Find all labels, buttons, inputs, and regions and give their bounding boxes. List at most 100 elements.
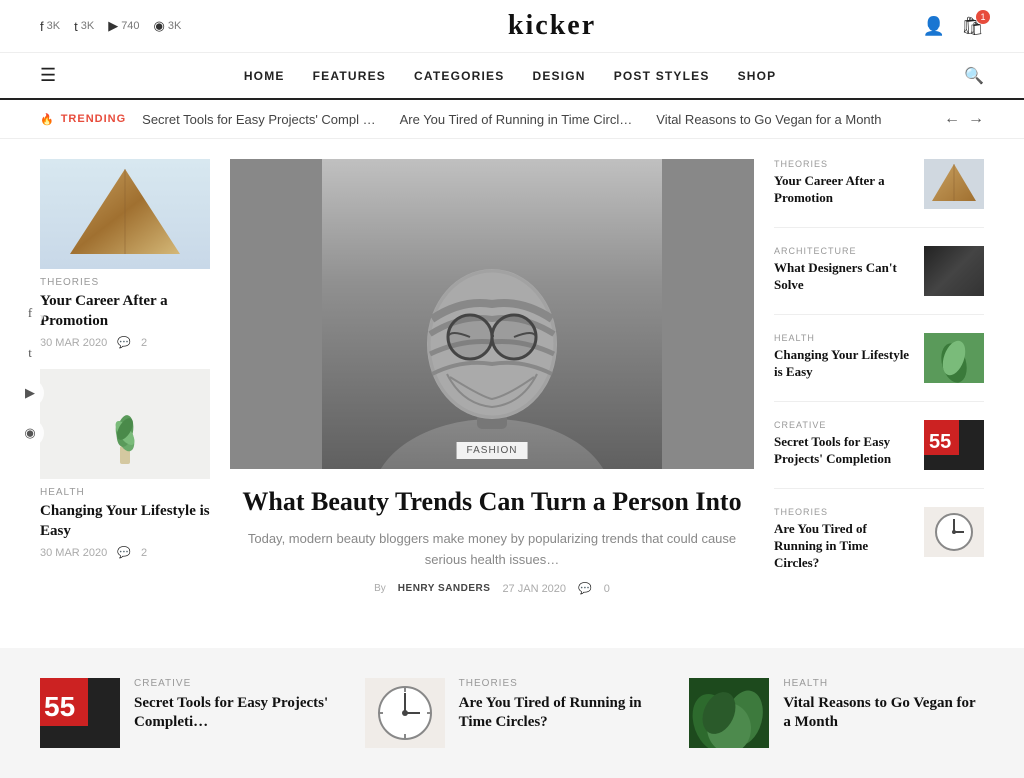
instagram-stat[interactable]: ◉ 3K bbox=[154, 18, 182, 34]
nav-links: HOME FEATURES CATEGORIES DESIGN POST STY… bbox=[244, 69, 777, 83]
featured-image-svg bbox=[230, 159, 754, 469]
hamburger-menu[interactable]: ☰ bbox=[40, 65, 56, 86]
right-article-1: THEORIES Your Career After a Promotion bbox=[774, 159, 984, 228]
right-article-4-text: CREATIVE Secret Tools for Easy Projects'… bbox=[774, 420, 914, 468]
nav-categories[interactable]: CATEGORIES bbox=[414, 69, 504, 83]
youtube-stat[interactable]: ▶ 740 bbox=[108, 18, 139, 34]
right-article-1-text: THEORIES Your Career After a Promotion bbox=[774, 159, 914, 207]
comment-icon-2: 💬 bbox=[117, 546, 131, 559]
user-icon[interactable]: 👤 bbox=[923, 16, 945, 37]
right-article-3-image[interactable] bbox=[924, 333, 984, 383]
top-bar-actions: 👤 🛍 1 bbox=[923, 16, 984, 37]
bottom-clock-svg bbox=[365, 678, 445, 748]
left-article-2-comments: 2 bbox=[141, 547, 147, 559]
plant-right-svg bbox=[924, 333, 984, 383]
main-content: THEORIES Your Career After a Promotion 3… bbox=[0, 139, 1024, 628]
featured-image[interactable]: FASHION bbox=[230, 159, 754, 469]
trending-item-3[interactable]: Vital Reasons to Go Vegan for a Month bbox=[656, 112, 881, 127]
center-column: FASHION What Beauty Trends Can Turn a Pe… bbox=[230, 159, 754, 608]
svg-text:55: 55 bbox=[44, 691, 75, 722]
bottom-card-1: 55 CREATIVE Secret Tools for Easy Projec… bbox=[40, 678, 335, 748]
left-article-2-meta: 30 MAR 2020 💬 2 bbox=[40, 546, 210, 559]
featured-meta: By HENRY SANDERS 27 JAN 2020 💬 0 bbox=[230, 582, 754, 595]
trending-bar: 🔥 TRENDING Secret Tools for Easy Project… bbox=[0, 100, 1024, 139]
trending-label: 🔥 TRENDING bbox=[40, 113, 126, 126]
trending-prev[interactable]: ← bbox=[944, 110, 960, 128]
nav-shop[interactable]: SHOP bbox=[738, 69, 777, 83]
right-article-3-category: HEALTH bbox=[774, 333, 914, 343]
social-sidebar-instagram[interactable]: ◉ bbox=[16, 419, 44, 447]
youtube-icon: ▶ bbox=[108, 18, 118, 34]
trending-nav: ← → bbox=[944, 110, 984, 128]
twitter-stat[interactable]: t 3K bbox=[74, 19, 94, 34]
trending-text: TRENDING bbox=[61, 113, 126, 125]
left-article-1-image[interactable] bbox=[40, 159, 210, 269]
left-article-2: HEALTH Changing Your Lifestyle is Easy 3… bbox=[40, 369, 210, 559]
social-sidebar-youtube[interactable]: ▶ bbox=[16, 379, 44, 407]
by-label: By bbox=[374, 583, 386, 594]
featured-comments-icon: 💬 bbox=[578, 582, 592, 595]
right-article-2-text: ARCHITECTURE What Designers Can't Solve bbox=[774, 246, 914, 294]
trending-item-1[interactable]: Secret Tools for Easy Projects' Compl … bbox=[142, 112, 375, 127]
right-article-1-title[interactable]: Your Career After a Promotion bbox=[774, 173, 914, 207]
right-article-3-title[interactable]: Changing Your Lifestyle is Easy bbox=[774, 347, 914, 381]
social-sidebar-facebook[interactable]: f bbox=[16, 299, 44, 327]
right-article-2-category: ARCHITECTURE bbox=[774, 246, 914, 256]
youtube-count: 740 bbox=[121, 20, 139, 32]
left-article-1-title[interactable]: Your Career After a Promotion bbox=[40, 292, 210, 331]
trending-items: Secret Tools for Easy Projects' Compl … … bbox=[142, 112, 928, 127]
featured-title[interactable]: What Beauty Trends Can Turn a Person Int… bbox=[230, 485, 754, 519]
nav-home[interactable]: HOME bbox=[244, 69, 285, 83]
bottom-card-3-title[interactable]: Vital Reasons to Go Vegan for a Month bbox=[783, 694, 984, 733]
cart-badge-count: 1 bbox=[976, 10, 990, 24]
right-article-2-title[interactable]: What Designers Can't Solve bbox=[774, 260, 914, 294]
wood-img-svg bbox=[924, 159, 984, 209]
triangle-svg bbox=[40, 159, 210, 269]
bottom-section: 55 CREATIVE Secret Tools for Easy Projec… bbox=[0, 648, 1024, 778]
right-article-4-image[interactable]: 55 bbox=[924, 420, 984, 470]
right-article-5-image[interactable] bbox=[924, 507, 984, 557]
right-article-4-title[interactable]: Secret Tools for Easy Projects' Completi… bbox=[774, 434, 914, 468]
nav-post-styles[interactable]: POST STYLES bbox=[614, 69, 710, 83]
bottom-card-1-title[interactable]: Secret Tools for Easy Projects' Completi… bbox=[134, 694, 335, 733]
right-article-1-image[interactable] bbox=[924, 159, 984, 209]
facebook-stat[interactable]: f 3K bbox=[40, 19, 60, 34]
right-article-2-image[interactable] bbox=[924, 246, 984, 296]
right-article-3: HEALTH Changing Your Lifestyle is Easy bbox=[774, 333, 984, 402]
bottom-card-2-image[interactable] bbox=[365, 678, 445, 748]
top-bar: f 3K t 3K ▶ 740 ◉ 3K kicker 👤 🛍 1 bbox=[0, 0, 1024, 53]
right-article-5-title[interactable]: Are You Tired of Running in Time Circles… bbox=[774, 521, 914, 572]
left-article-1-comments: 2 bbox=[141, 337, 147, 349]
bottom-card-2-title[interactable]: Are You Tired of Running in Time Circles… bbox=[459, 694, 660, 733]
instagram-count: 3K bbox=[168, 20, 181, 32]
featured-author[interactable]: HENRY SANDERS bbox=[398, 583, 491, 594]
left-column: THEORIES Your Career After a Promotion 3… bbox=[40, 159, 210, 608]
site-logo[interactable]: kicker bbox=[508, 10, 596, 42]
right-article-5-category: THEORIES bbox=[774, 507, 914, 517]
nav-design[interactable]: DESIGN bbox=[532, 69, 585, 83]
social-sidebar-twitter[interactable]: t bbox=[16, 339, 44, 367]
bottom-card-1-image[interactable]: 55 bbox=[40, 678, 120, 748]
left-article-2-image[interactable] bbox=[40, 369, 210, 479]
bottom-card-3-category: HEALTH bbox=[783, 678, 984, 689]
search-icon[interactable]: 🔍 bbox=[964, 66, 984, 86]
bottom-card-3-text: HEALTH Vital Reasons to Go Vegan for a M… bbox=[783, 678, 984, 733]
trending-item-2[interactable]: Are You Tired of Running in Time Circl… bbox=[400, 112, 633, 127]
left-article-2-title[interactable]: Changing Your Lifestyle is Easy bbox=[40, 502, 210, 541]
bottom-leaves-svg bbox=[689, 678, 769, 748]
trending-next[interactable]: → bbox=[968, 110, 984, 128]
instagram-icon: ◉ bbox=[154, 18, 165, 34]
right-article-4-category: CREATIVE bbox=[774, 420, 914, 430]
bottom-card-1-text: CREATIVE Secret Tools for Easy Projects'… bbox=[134, 678, 335, 733]
clock-svg bbox=[924, 507, 984, 557]
left-article-1-date: 30 MAR 2020 bbox=[40, 337, 107, 349]
left-article-2-category: HEALTH bbox=[40, 487, 210, 498]
fire-icon: 🔥 bbox=[40, 113, 55, 126]
bottom-card-3-image[interactable] bbox=[689, 678, 769, 748]
featured-comments: 0 bbox=[604, 583, 610, 595]
social-stats: f 3K t 3K ▶ 740 ◉ 3K bbox=[40, 18, 181, 34]
cart-button[interactable]: 🛍 1 bbox=[961, 16, 984, 37]
featured-category: FASHION bbox=[467, 445, 518, 456]
right-article-5-text: THEORIES Are You Tired of Running in Tim… bbox=[774, 507, 914, 572]
nav-features[interactable]: FEATURES bbox=[313, 69, 386, 83]
